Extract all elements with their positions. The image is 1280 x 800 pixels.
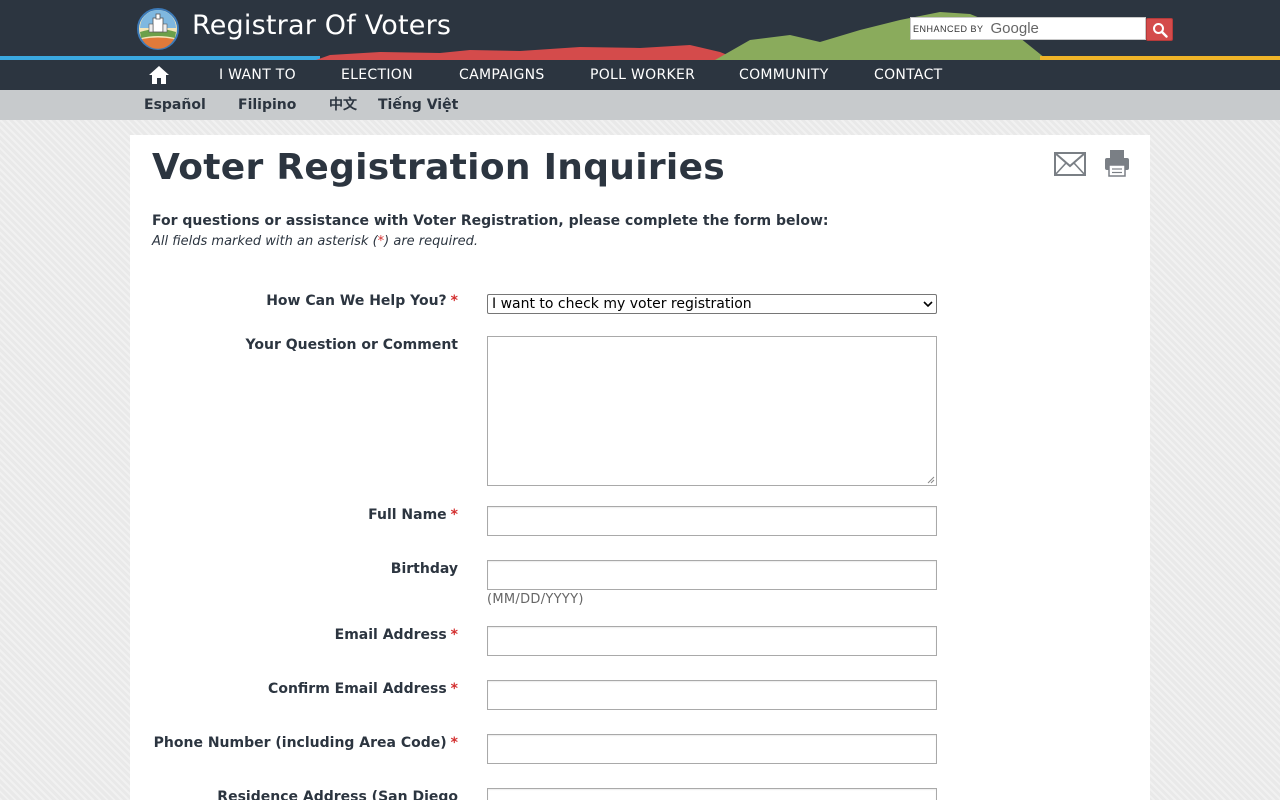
site-header: Registrar Of Voters ENHANCED BY Google (0, 0, 1280, 60)
required-star: * (450, 681, 458, 697)
email-label: Email Address * (334, 627, 458, 643)
lang-link-chinese[interactable]: 中文 (329, 90, 357, 120)
page-title: Voter Registration Inquiries (152, 147, 726, 188)
nav-item-election[interactable]: ELECTION (341, 60, 413, 90)
nav-item-i-want-to[interactable]: I WANT TO (219, 60, 296, 90)
mail-icon[interactable] (1054, 152, 1086, 176)
confirm-email-input[interactable] (487, 680, 937, 710)
search-input[interactable]: ENHANCED BY Google (910, 17, 1146, 40)
lang-link-filipino[interactable]: Filipino (238, 90, 296, 120)
required-star: * (450, 735, 458, 751)
home-icon[interactable] (147, 64, 171, 86)
nav-item-community[interactable]: COMMUNITY (739, 60, 829, 90)
resize-grip-icon[interactable] (926, 475, 935, 484)
full-name-label: Full Name * (368, 507, 458, 523)
birthday-input[interactable] (487, 560, 937, 590)
search-button[interactable] (1146, 18, 1173, 41)
required-star: * (450, 293, 458, 309)
question-textarea[interactable] (487, 336, 937, 486)
search-enhanced-by-label: ENHANCED BY (913, 23, 984, 34)
residence-address-label: Residence Address (San Diego (217, 789, 458, 800)
nav-item-campaigns[interactable]: CAMPAIGNS (459, 60, 545, 90)
help-topic-select[interactable]: I want to check my voter registration (487, 294, 937, 314)
residence-address-input[interactable] (487, 788, 937, 800)
content-card: Voter Registration Inquiries For questio… (130, 135, 1150, 800)
birthday-format-hint: (MM/DD/YYYY) (487, 592, 584, 607)
nav-item-poll-worker[interactable]: POLL WORKER (590, 60, 695, 90)
site-title[interactable]: Registrar Of Voters (192, 10, 451, 41)
language-bar: Español Filipino 中文 Tiếng Việt (0, 90, 1280, 120)
main-nav: I WANT TO ELECTION CAMPAIGNS POLL WORKER… (0, 60, 1280, 90)
required-star: * (450, 627, 458, 643)
required-fields-note: All fields marked with an asterisk (*) a… (152, 234, 478, 249)
lang-link-vietnamese[interactable]: Tiếng Việt (378, 90, 458, 120)
lang-link-espanol[interactable]: Español (144, 90, 206, 120)
phone-input[interactable] (487, 734, 937, 764)
confirm-email-label: Confirm Email Address * (268, 681, 458, 697)
question-label: Your Question or Comment (245, 337, 458, 353)
search-provider-label: Google (990, 20, 1039, 37)
help-topic-label: How Can We Help You? * (266, 293, 458, 309)
required-star: * (450, 507, 458, 523)
phone-label: Phone Number (including Area Code) * (153, 735, 458, 751)
nav-item-contact[interactable]: CONTACT (874, 60, 943, 90)
form-intro-text: For questions or assistance with Voter R… (152, 213, 829, 229)
print-icon[interactable] (1104, 149, 1130, 177)
search-icon (1152, 22, 1168, 38)
logo-icon[interactable] (137, 8, 179, 50)
email-input[interactable] (487, 626, 937, 656)
help-topic-selected-value: I want to check my voter registration (492, 296, 752, 312)
birthday-label: Birthday (390, 561, 458, 577)
chevron-down-icon (923, 301, 933, 308)
full-name-input[interactable] (487, 506, 937, 536)
